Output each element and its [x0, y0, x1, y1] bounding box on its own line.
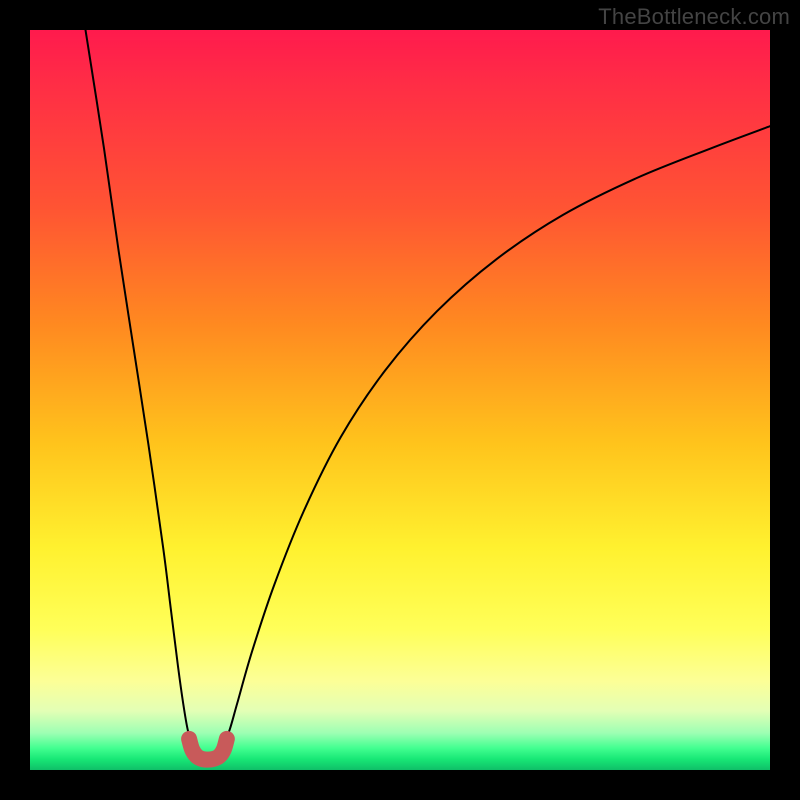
- curve-layer: [30, 30, 770, 770]
- bottleneck-curve-left: [86, 30, 193, 744]
- plot-area: [30, 30, 770, 770]
- chart-frame: TheBottleneck.com: [0, 0, 800, 800]
- valley-marker: [189, 739, 227, 760]
- bottleneck-curve-right: [224, 126, 770, 744]
- watermark-text: TheBottleneck.com: [598, 4, 790, 30]
